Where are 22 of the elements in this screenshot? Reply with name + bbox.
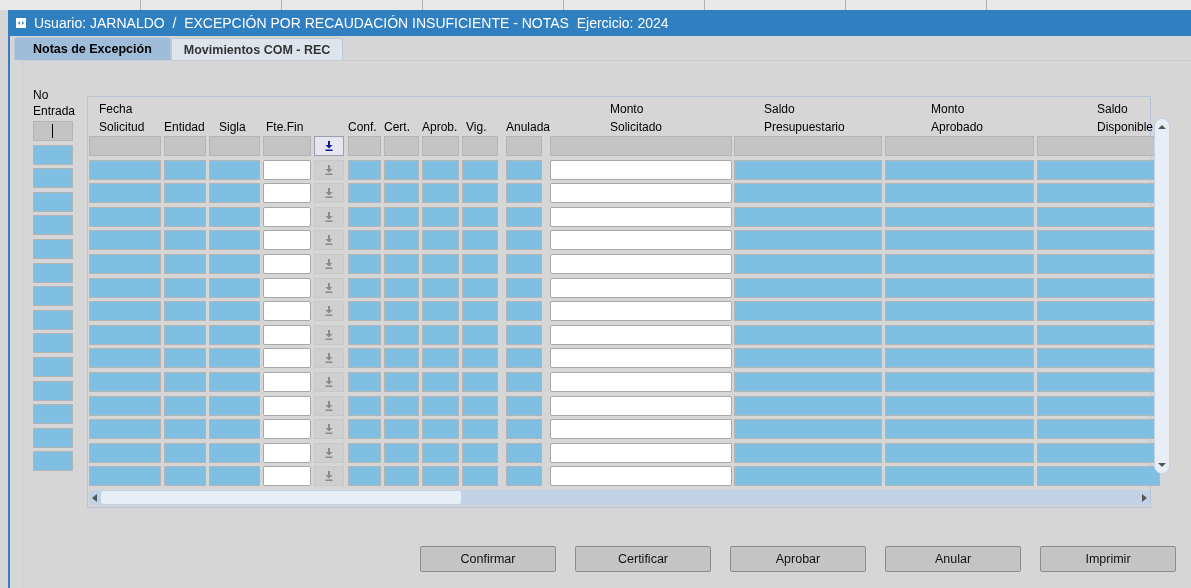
- column-header: Anulada: [506, 119, 551, 136]
- tab[interactable]: Movimientos COM - REC: [170, 38, 344, 60]
- column-header: Aprob.: [422, 119, 458, 136]
- window-title: Usuario: JARNALDO / EXCEPCIÓN POR RECAUDACIÓN INSUFICIENTE - NOTAS Ejercicio: 2024: [34, 15, 669, 31]
- action-button[interactable]: Anular: [885, 546, 1021, 573]
- column-header: Fte.Fin: [266, 119, 304, 136]
- column-header: Conf.: [348, 119, 377, 136]
- column-header: Cert.: [384, 119, 410, 136]
- column-header: Sigla: [219, 119, 246, 136]
- column-header: Monto Aprobado: [931, 101, 984, 136]
- column-header: Fecha Solicitud: [99, 101, 145, 136]
- action-button[interactable]: Confirmar: [420, 546, 556, 573]
- column-header: Vig.: [466, 119, 487, 136]
- tab[interactable]: Notas de Excepción: [14, 37, 171, 60]
- column-header: Saldo Disponible: [1097, 101, 1154, 136]
- action-button[interactable]: Imprimir: [1040, 546, 1176, 573]
- action-button[interactable]: Certificar: [575, 546, 711, 573]
- column-header: Saldo Presupuestario: [764, 101, 845, 136]
- column-header: Entidad: [164, 119, 205, 136]
- column-header: Monto Solicitado: [610, 101, 663, 136]
- action-button[interactable]: Aprobar: [730, 546, 866, 573]
- column-header: No Entrada: [33, 87, 77, 120]
